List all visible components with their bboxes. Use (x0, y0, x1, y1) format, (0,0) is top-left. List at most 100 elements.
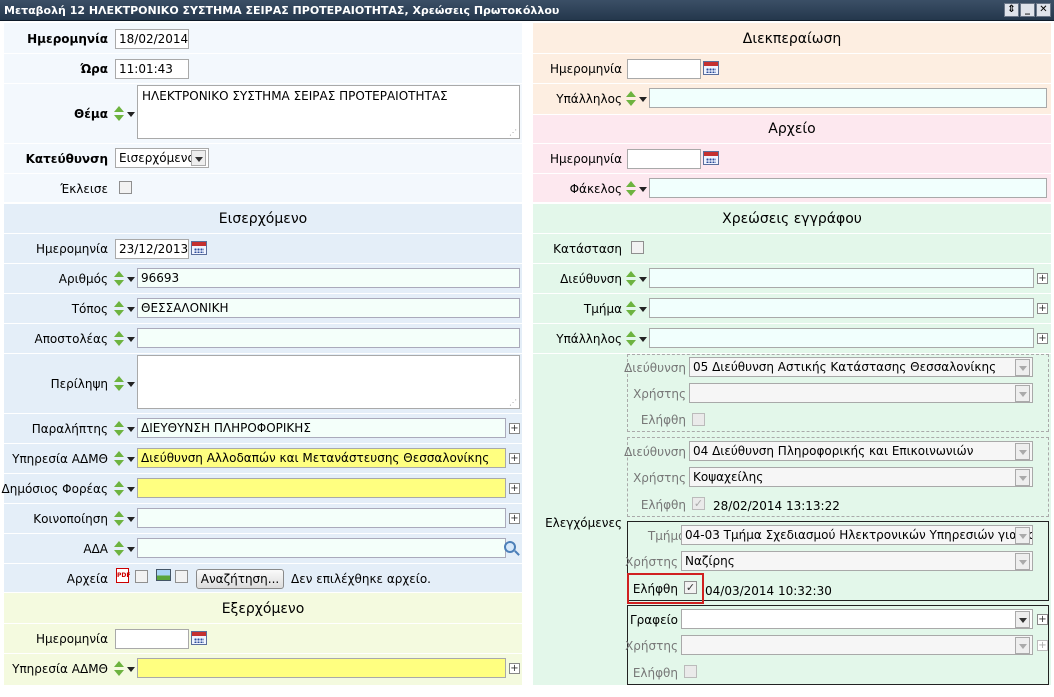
charges-department-field[interactable] (649, 298, 1034, 318)
expand-plus-icon[interactable]: + (1037, 333, 1048, 344)
sort-updown-icon[interactable] (113, 481, 125, 497)
number-field[interactable]: 96693 (137, 268, 520, 288)
entry-directorate-select[interactable]: 04 Διεύθυνση Πληροφορικής και Επικοινωνι… (689, 441, 1033, 461)
expand-plus-icon[interactable]: + (1037, 640, 1048, 651)
chevron-down-icon[interactable] (126, 484, 136, 494)
image-checkbox[interactable] (175, 570, 188, 583)
handling-employee-field[interactable] (649, 88, 1047, 108)
ada-field[interactable] (137, 538, 506, 558)
sort-updown-icon[interactable] (113, 271, 125, 287)
entry-directorate-dropdown-button[interactable] (1015, 359, 1030, 376)
entry-directorate-dropdown-button[interactable] (1015, 443, 1030, 460)
sort-updown-icon[interactable] (113, 301, 125, 317)
sort-updown-icon[interactable] (113, 451, 125, 467)
recipient-field[interactable]: ΔΙΕΥΘΥΝΣΗ ΠΛΗΡΟΦΟΡΙΚΗΣ (137, 418, 506, 438)
public-body-field[interactable] (137, 478, 506, 498)
handling-date-field[interactable] (627, 59, 701, 79)
pdf-checkbox[interactable] (135, 570, 148, 583)
chevron-down-icon[interactable] (126, 424, 136, 434)
entry-received-checkbox[interactable]: ✓ (692, 497, 705, 510)
sender-field[interactable] (137, 328, 520, 348)
summary-textarea[interactable]: ⋰ (137, 355, 520, 409)
expand-plus-icon[interactable]: + (509, 483, 520, 494)
direction-dropdown-button[interactable] (191, 150, 206, 166)
entry-user-dropdown-button[interactable] (1015, 469, 1030, 486)
chevron-down-icon[interactable] (126, 109, 136, 119)
sort-updown-icon[interactable] (113, 106, 125, 122)
sort-updown-icon[interactable] (113, 511, 125, 527)
chevron-down-icon[interactable] (126, 544, 136, 554)
entry-user-dropdown-button[interactable] (1015, 637, 1030, 654)
browse-button[interactable]: Αναζήτηση... (196, 569, 284, 589)
charges-directorate-field[interactable] (649, 268, 1034, 288)
expand-plus-icon[interactable]: + (509, 513, 520, 524)
resize-grip-icon[interactable]: ⋰ (509, 128, 517, 137)
close-icon[interactable]: ✕ (1036, 3, 1051, 17)
incoming-date-field[interactable]: 23/12/2013 (115, 239, 189, 259)
entry-received-checkbox[interactable] (684, 665, 697, 678)
sort-updown-icon[interactable] (113, 421, 125, 437)
entry-received-checkbox[interactable]: ✓ (684, 581, 697, 594)
entry-department-select[interactable]: 04-03 Τμήμα Σχεδιασμού Ηλεκτρονικών Υπηρ… (681, 525, 1033, 545)
sort-updown-icon[interactable] (113, 541, 125, 557)
chevron-down-icon[interactable] (126, 274, 136, 284)
resize-grip-icon[interactable]: ⋰ (509, 398, 517, 407)
search-icon[interactable] (504, 541, 516, 553)
entry-department-dropdown-button[interactable] (1015, 527, 1030, 544)
calendar-icon[interactable] (703, 151, 719, 165)
outgoing-date-field[interactable] (115, 629, 189, 649)
chevron-down-icon[interactable] (126, 454, 136, 464)
closed-checkbox[interactable] (119, 181, 132, 194)
chevron-down-icon[interactable] (638, 94, 648, 104)
expand-plus-icon[interactable]: + (509, 663, 520, 674)
charges-employee-field[interactable] (649, 328, 1034, 348)
image-icon[interactable] (156, 569, 171, 581)
chevron-down-icon[interactable] (126, 379, 136, 389)
expand-plus-icon[interactable]: + (1037, 303, 1048, 314)
outgoing-service-field[interactable] (137, 658, 506, 678)
restore-icon[interactable]: ⇕ (1004, 3, 1019, 17)
entry-office-dropdown-button[interactable] (1015, 611, 1030, 628)
sort-updown-icon[interactable] (625, 301, 637, 317)
entry-user-select[interactable]: Ναζίρης (681, 551, 1033, 571)
chevron-down-icon[interactable] (126, 334, 136, 344)
entry-user-select[interactable]: Κοψαχείλης (689, 467, 1033, 487)
time-field[interactable]: 11:01:43 (115, 59, 189, 79)
minimize-icon[interactable]: _ (1020, 3, 1035, 17)
calendar-icon[interactable] (703, 61, 719, 75)
service-field[interactable]: Διεύθυνση Αλλοδαπών και Μετανάστευσης Θε… (137, 448, 506, 468)
entry-received-checkbox[interactable] (692, 413, 705, 426)
expand-plus-icon[interactable]: + (509, 423, 520, 434)
pdf-icon[interactable]: PDF (116, 568, 130, 583)
chevron-down-icon[interactable] (638, 184, 648, 194)
entry-user-select[interactable] (681, 635, 1033, 655)
sort-updown-icon[interactable] (625, 331, 637, 347)
expand-plus-icon[interactable]: + (509, 453, 520, 464)
chevron-down-icon[interactable] (638, 334, 648, 344)
sort-updown-icon[interactable] (113, 661, 125, 677)
sort-updown-icon[interactable] (625, 181, 637, 197)
subject-textarea[interactable]: ΗΛΕΚΤΡΟΝΙΚΟ ΣΥΣΤΗΜΑ ΣΕΙΡΑΣ ΠΡΟΤΕΡΑΙΟΤΗΤΑ… (137, 85, 520, 139)
expand-plus-icon[interactable]: + (1037, 614, 1048, 625)
notify-field[interactable] (137, 508, 506, 528)
expand-plus-icon[interactable]: + (1037, 273, 1048, 284)
calendar-icon[interactable] (191, 631, 207, 645)
sort-updown-icon[interactable] (625, 91, 637, 107)
entry-office-select[interactable] (681, 609, 1033, 629)
entry-user-dropdown-button[interactable] (1015, 553, 1030, 570)
chevron-down-icon[interactable] (126, 304, 136, 314)
sort-updown-icon[interactable] (113, 376, 125, 392)
sort-updown-icon[interactable] (625, 271, 637, 287)
entry-directorate-select[interactable]: 05 Διεύθυνση Αστικής Κατάστασης Θεσσαλον… (689, 357, 1033, 377)
place-field[interactable]: ΘΕΣΣΑΛΟΝΙΚΗ (137, 298, 520, 318)
archive-date-field[interactable] (627, 149, 701, 169)
chevron-down-icon[interactable] (126, 664, 136, 674)
date-field[interactable]: 18/02/2014 (115, 29, 189, 49)
sort-updown-icon[interactable] (113, 331, 125, 347)
chevron-down-icon[interactable] (126, 514, 136, 524)
status-checkbox[interactable] (631, 241, 644, 254)
folder-field[interactable] (649, 178, 1047, 198)
chevron-down-icon[interactable] (638, 274, 648, 284)
calendar-icon[interactable] (191, 241, 207, 255)
entry-user-select[interactable] (689, 383, 1033, 403)
